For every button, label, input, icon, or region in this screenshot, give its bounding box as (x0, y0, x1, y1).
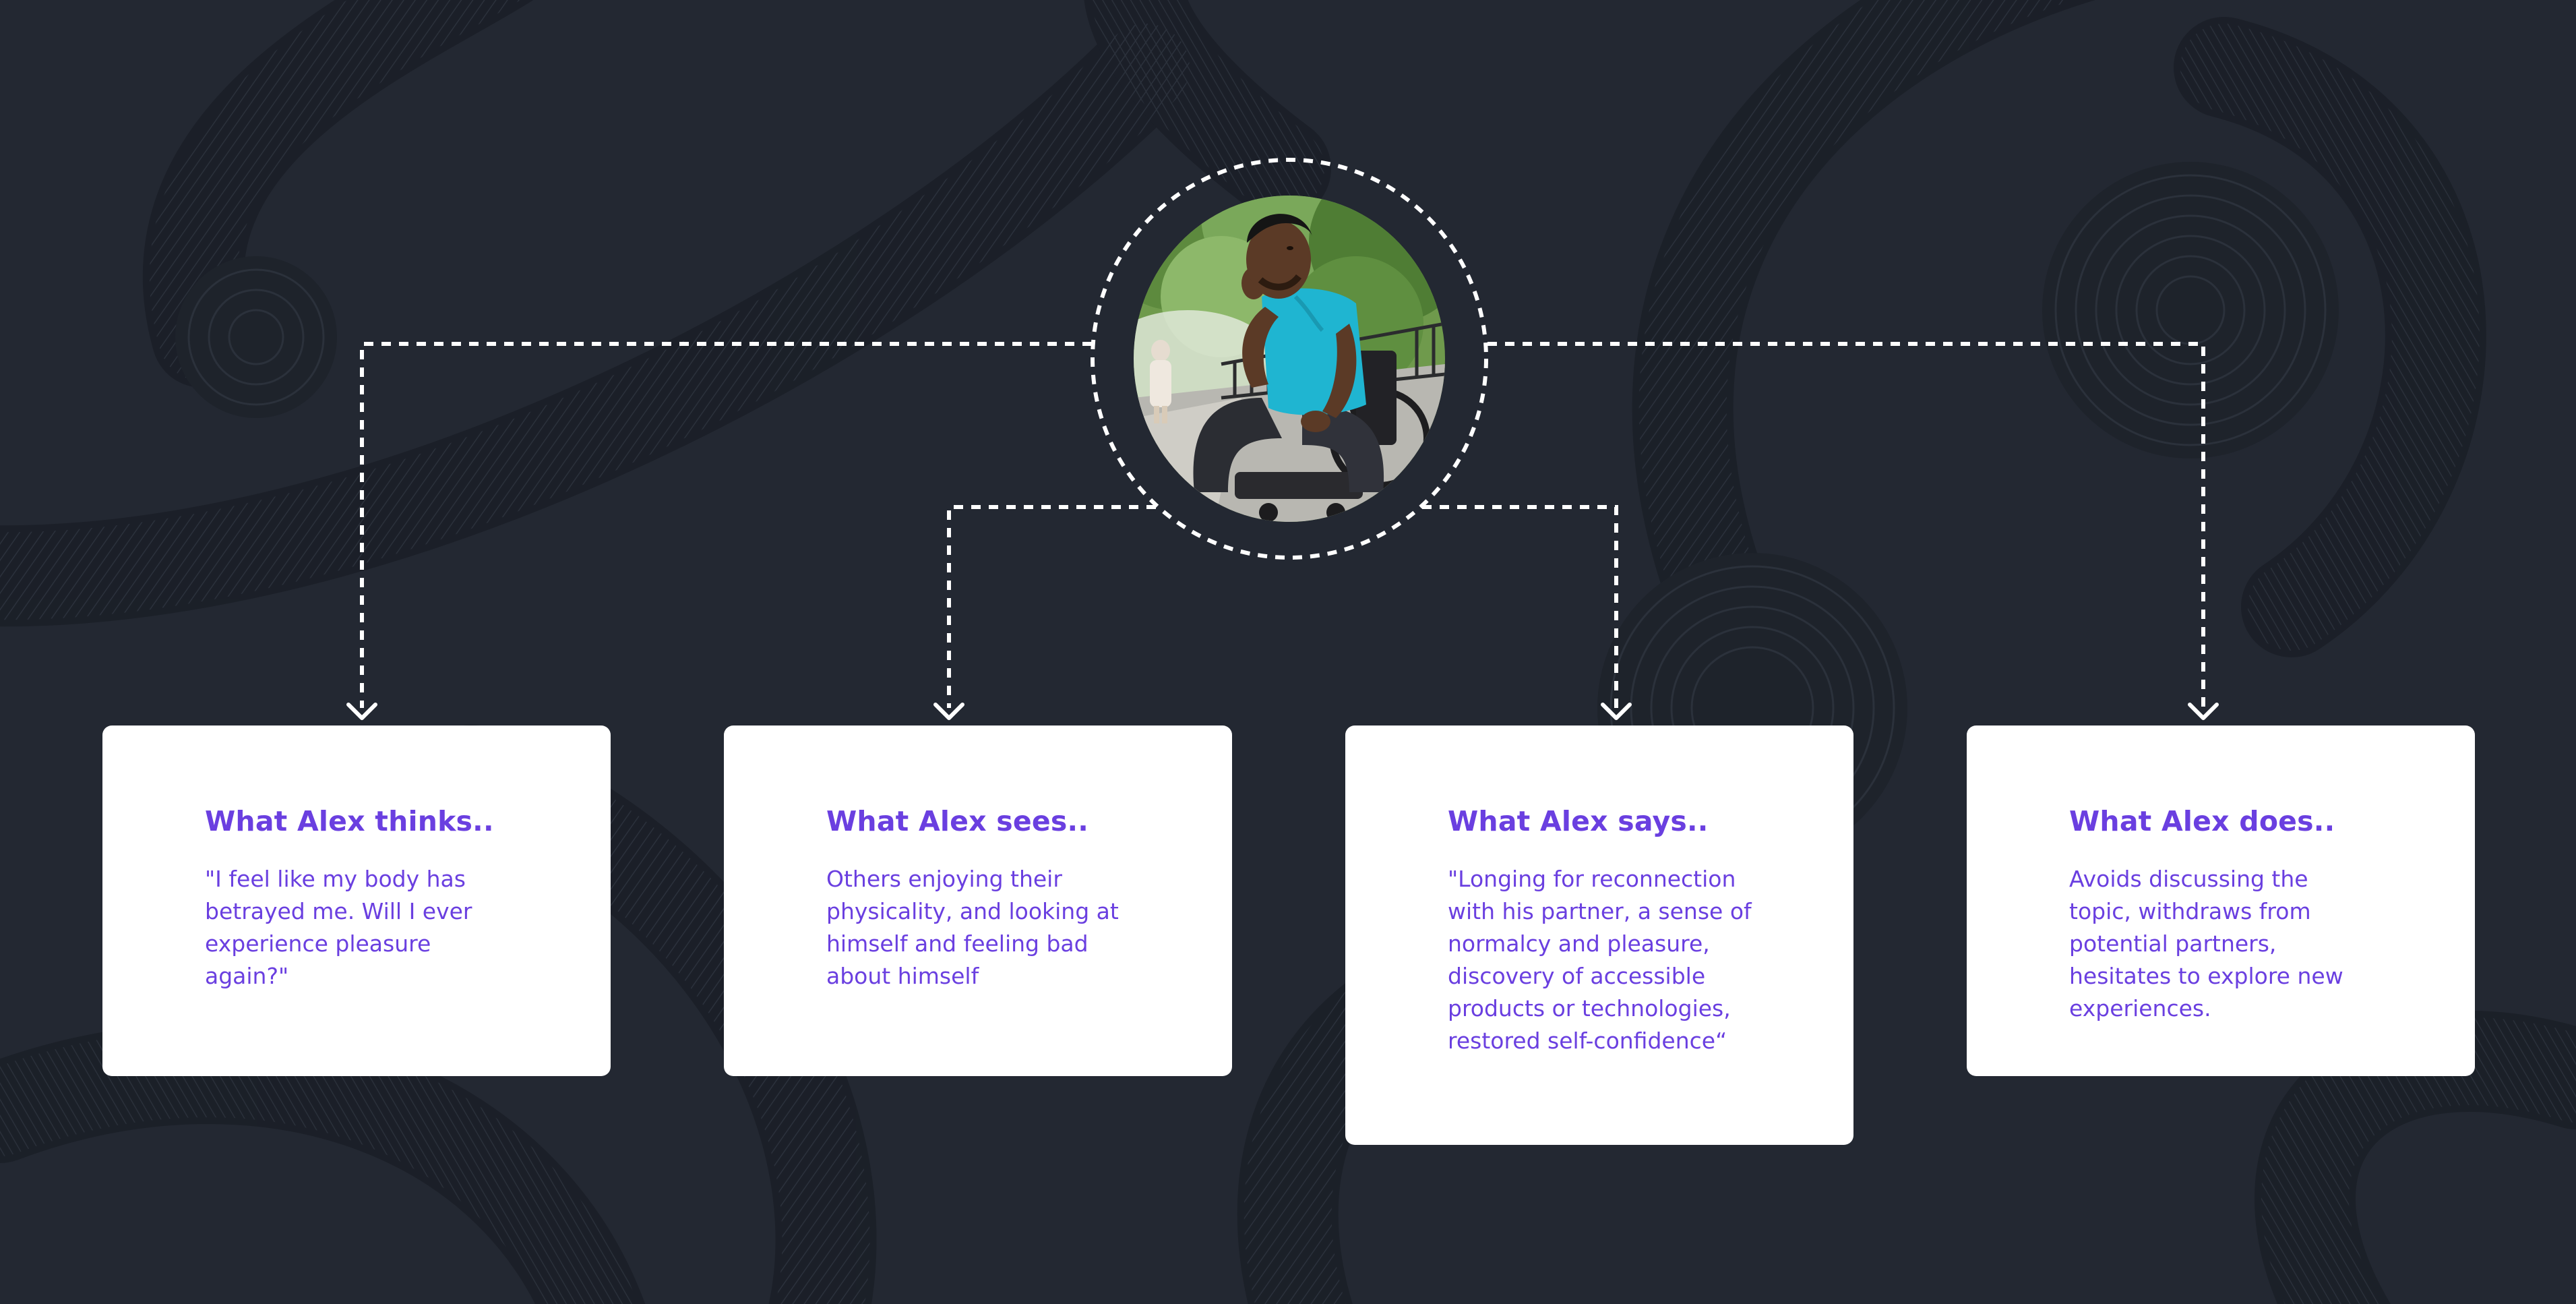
card-body-thinks: "I feel like my body has betrayed me. Wi… (205, 866, 472, 989)
card-body-says: "Longing for reconnection with his partn… (1448, 866, 1752, 1054)
persona-avatar (1134, 196, 1445, 522)
card-sees: What Alex sees.. Others enjoying their p… (724, 725, 1232, 1076)
card-thinks: What Alex thinks.. "I feel like my body … (102, 725, 611, 1076)
card-body-does: Avoids discussing the topic, withdraws f… (2069, 866, 2343, 1021)
card-body-sees: Others enjoying their physicality, and l… (826, 866, 1119, 989)
card-title-says: What Alex says.. (1448, 805, 1709, 837)
card-title-sees: What Alex sees.. (826, 805, 1089, 837)
card-does: What Alex does.. Avoids discussing the t… (1967, 725, 2475, 1076)
card-title-thinks: What Alex thinks.. (205, 805, 494, 837)
card-title-does: What Alex does.. (2069, 805, 2335, 837)
persona-photo (1134, 196, 1445, 522)
card-says: What Alex says.. "Longing for reconnecti… (1345, 725, 1853, 1145)
